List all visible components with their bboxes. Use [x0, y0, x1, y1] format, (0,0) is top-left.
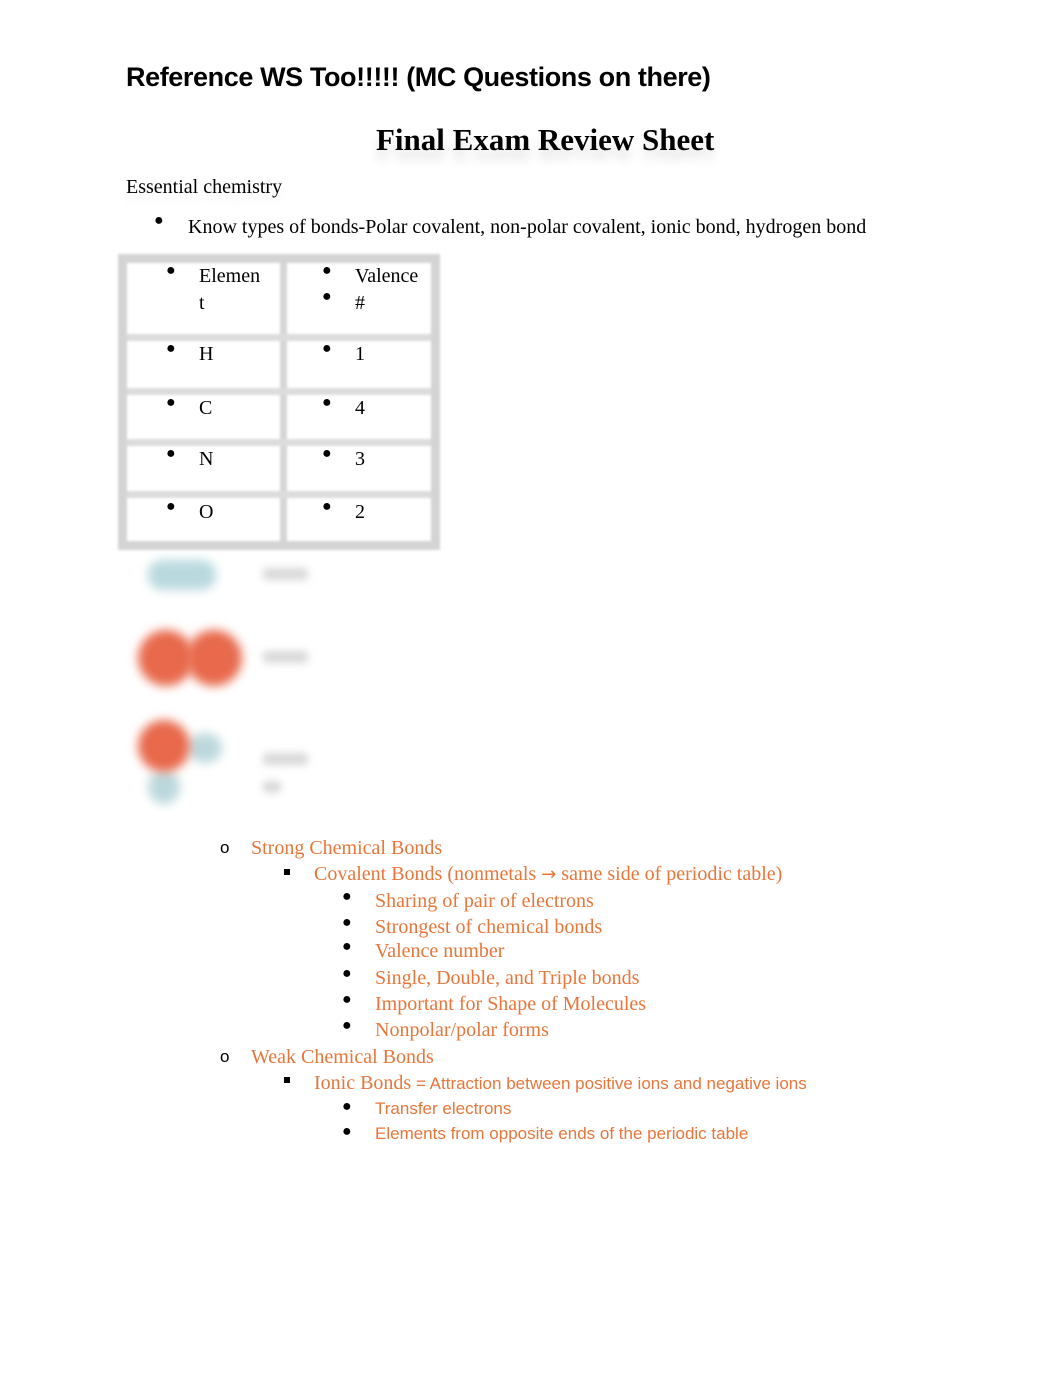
bullet-icon: ●	[342, 1017, 352, 1034]
bullet-icon: ●	[322, 288, 332, 305]
arrow-right-icon: →	[541, 864, 557, 885]
valence-cell: 2	[355, 501, 365, 523]
molecule-atom	[138, 720, 190, 772]
circle-bullet-icon: o	[220, 1047, 230, 1066]
bullet-icon: ●	[342, 1123, 352, 1140]
table-header-element-wrap: t	[199, 292, 205, 314]
square-bullet-icon	[284, 1077, 290, 1083]
section-heading: Essential chemistry	[126, 176, 283, 198]
molecule-atom	[188, 733, 222, 763]
strong-bonds-heading: Strong Chemical Bonds	[251, 837, 443, 859]
covalent-point: Valence number	[375, 940, 505, 962]
ionic-label: Ionic Bonds	[314, 1072, 412, 1094]
valence-cell: 3	[355, 448, 365, 470]
table-header-valence: Valence	[355, 265, 419, 287]
bullet-icon: ●	[154, 212, 164, 229]
bullet-icon: ●	[166, 498, 176, 515]
covalent-label-rest: same side of periodic table)	[561, 863, 783, 885]
bullet-icon: ●	[322, 498, 332, 515]
bond-types-bullet: Know types of bonds-Polar covalent, non-…	[188, 216, 867, 238]
bullet-icon: ●	[166, 340, 176, 357]
bullet-icon: ●	[342, 938, 352, 955]
covalent-point: Nonpolar/polar forms	[375, 1019, 549, 1041]
table-header-element: Elemen	[199, 265, 261, 287]
table-divider	[280, 263, 287, 541]
bullet-icon: ●	[342, 991, 352, 1008]
bullet-icon: ●	[322, 340, 332, 357]
bullet-icon: ●	[322, 394, 332, 411]
bullet-icon: ●	[342, 914, 352, 931]
ionic-bonds-heading: Ionic Bonds = Attraction between positiv…	[314, 1072, 807, 1095]
circle-bullet-icon: o	[220, 838, 230, 857]
bullet-icon: ●	[322, 262, 332, 279]
weak-bonds-heading: Weak Chemical Bonds	[251, 1046, 434, 1068]
bullet-icon: ●	[322, 445, 332, 462]
valence-cell: 4	[355, 397, 365, 419]
molecule-atom	[148, 560, 216, 590]
ionic-point: Elements from opposite ends of the perio…	[375, 1124, 749, 1143]
bullet-icon: ●	[342, 1098, 352, 1115]
element-cell: H	[199, 343, 214, 365]
valence-cell: 1	[355, 343, 365, 365]
molecule-label	[263, 781, 281, 793]
table-header-valence-hash: #	[355, 292, 365, 314]
molecule-atom	[148, 770, 180, 804]
reference-note: Reference WS Too!!!!! (MC Questions on t…	[126, 62, 711, 92]
bullet-icon: ●	[166, 262, 176, 279]
element-cell: N	[199, 448, 214, 470]
molecule-label	[263, 568, 308, 580]
molecule-label	[263, 651, 308, 663]
ionic-definition: = Attraction between positive ions and n…	[411, 1074, 807, 1093]
element-cell: C	[199, 397, 213, 419]
covalent-point: Important for Shape of Molecules	[375, 993, 647, 1015]
covalent-point: Single, Double, and Triple bonds	[375, 967, 640, 989]
covalent-bonds-heading: Covalent Bonds (nonmetals → same side of…	[314, 863, 782, 886]
covalent-point: Strongest of chemical bonds	[375, 916, 603, 938]
ionic-point: Transfer electrons	[375, 1099, 512, 1118]
square-bullet-icon	[284, 869, 290, 875]
covalent-label: Covalent Bonds (nonmetals	[314, 863, 537, 885]
covalent-point: Sharing of pair of electrons	[375, 890, 594, 912]
bullet-icon: ●	[342, 888, 352, 905]
bullet-icon: ●	[342, 965, 352, 982]
molecule-label	[263, 753, 308, 765]
molecule-atom	[186, 630, 242, 686]
page-title: Final Exam Review Sheet	[376, 122, 715, 157]
element-cell: O	[199, 501, 214, 523]
table-divider	[127, 491, 431, 498]
bullet-icon: ●	[166, 445, 176, 462]
bullet-icon: ●	[166, 394, 176, 411]
